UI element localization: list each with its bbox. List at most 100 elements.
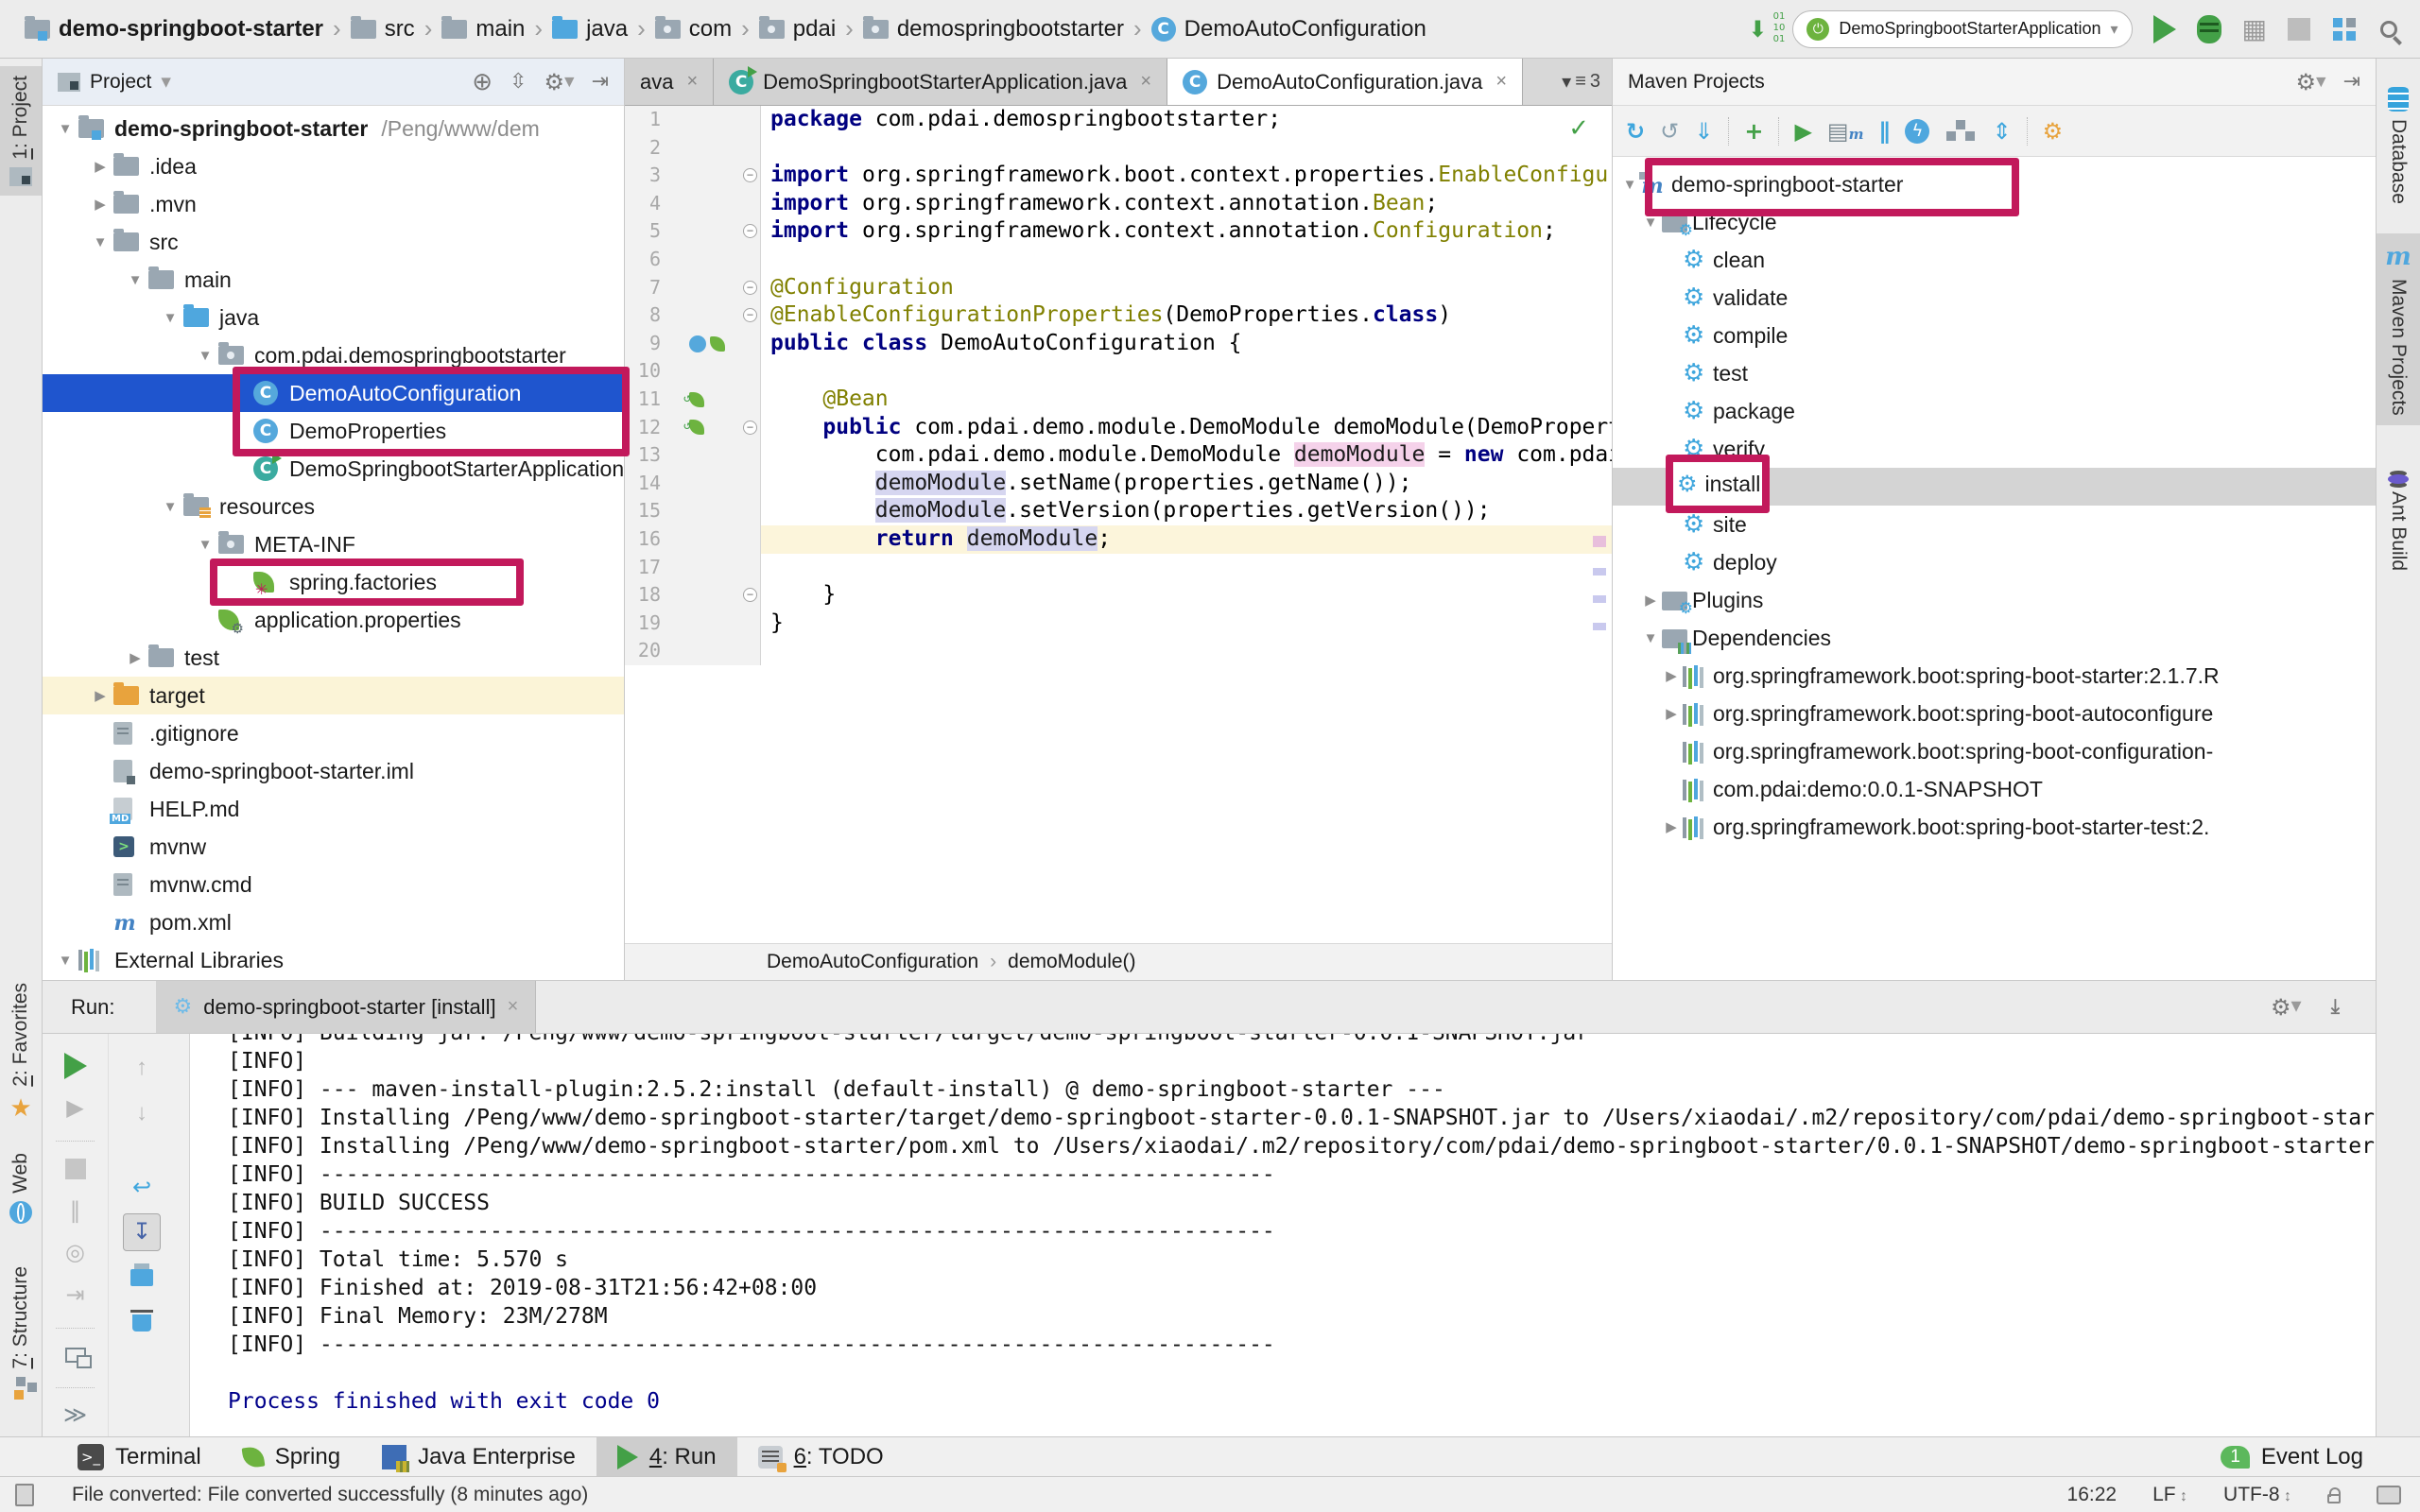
project-tree-item[interactable]: HELP.md [43, 790, 624, 828]
maven-tree-item[interactable]: deploy [1613, 543, 2376, 581]
toolwindow-button-run[interactable]: 4: Run [596, 1437, 737, 1476]
code-line[interactable]: 4import org.springframework.context.anno… [625, 190, 1612, 218]
expanded-icon[interactable]: ▼ [122, 272, 148, 288]
more-icon[interactable]: ≫ [43, 1394, 108, 1436]
search-icon[interactable] [2380, 21, 2397, 38]
expanded-icon[interactable]: ▼ [87, 234, 113, 250]
down-stack-icon[interactable]: ↓ [109, 1091, 175, 1136]
settings-icon[interactable] [2271, 994, 2291, 1021]
project-tree-item[interactable]: ▼demo-springboot-starter/Peng/www/dem [43, 110, 624, 147]
expanded-icon[interactable]: ▼ [1618, 177, 1641, 193]
breadcrumb-item[interactable]: pdai [759, 16, 836, 43]
project-tree-item[interactable]: ▼main [43, 261, 624, 299]
sidebar-tab-structure[interactable]: 7: Structure [0, 1257, 42, 1409]
toolwindow-button-todo[interactable]: 6: TODO [737, 1437, 905, 1476]
settings-button[interactable]: ▾ [2271, 993, 2302, 1020]
code-line[interactable]: 7−@Configuration [625, 274, 1612, 302]
project-tree-item[interactable]: ▼src [43, 223, 624, 261]
toolwindow-button-terminal[interactable]: Terminal [57, 1437, 222, 1476]
collapsed-icon[interactable]: ▶ [87, 158, 113, 175]
lock-icon[interactable] [2327, 1494, 2341, 1503]
run-console[interactable]: [INFO] Building jar: /Peng/www/demo-spri… [190, 1034, 2376, 1436]
maven-tree-item[interactable]: test [1613, 354, 2376, 392]
maven-tree-item[interactable]: ▶org.springframework.boot:spring-boot-st… [1613, 657, 2376, 695]
project-tree-item[interactable]: ▶target [43, 677, 624, 714]
code-line[interactable]: 2 [625, 134, 1612, 163]
maven-tree-item[interactable]: ▼Dependencies [1613, 619, 2376, 657]
restore-layout-icon[interactable] [43, 1334, 108, 1377]
expanded-icon[interactable]: ▼ [192, 537, 218, 553]
project-tree-item[interactable]: ▶.mvn [43, 185, 624, 223]
toolwindow-switcher-icon[interactable] [15, 1484, 34, 1506]
maven-tree-item[interactable]: ▶org.springframework.boot:spring-boot-au… [1613, 695, 2376, 732]
close-icon[interactable]: × [508, 996, 519, 1018]
print-icon[interactable] [109, 1255, 175, 1300]
vcs-update-icon[interactable] [1743, 13, 1772, 45]
editor-breadcrumb-item[interactable]: demoModule() [1008, 951, 1135, 973]
project-tree-item[interactable]: application.properties [43, 601, 624, 639]
collapsed-icon[interactable]: ▶ [1660, 705, 1683, 722]
fold-icon[interactable]: − [743, 281, 757, 295]
clear-all-icon[interactable] [109, 1300, 175, 1346]
toolwindow-button-java-enterprise[interactable]: Java Enterprise [361, 1437, 596, 1476]
breadcrumb-item[interactable]: java [552, 16, 628, 43]
sidebar-tab-web[interactable]: Web [0, 1143, 42, 1233]
collapsed-icon[interactable]: ▶ [87, 196, 113, 213]
project-tree-item[interactable]: mvnw.cmd [43, 866, 624, 903]
hidden-tabs-button[interactable]: ▾≡3 [1550, 59, 1612, 105]
project-structure-icon[interactable] [2333, 18, 2342, 27]
collapsed-icon[interactable]: ▶ [1639, 592, 1662, 609]
dump-threads-icon[interactable]: ◎ [43, 1231, 108, 1274]
project-tree-item[interactable]: ▼META-INF [43, 525, 624, 563]
coverage-icon[interactable] [2242, 13, 2267, 44]
exit-icon[interactable]: ⇥ [43, 1274, 108, 1316]
maven-tree-item[interactable]: validate [1613, 279, 2376, 317]
code-line[interactable]: 10 [625, 357, 1612, 386]
code-line[interactable]: 3−import org.springframework.boot.contex… [625, 162, 1612, 190]
code-line[interactable]: 1package com.pdai.demospringbootstarter; [625, 106, 1612, 134]
settings-button[interactable]: ▾ [544, 69, 575, 95]
toggle-offline-icon[interactable] [1905, 119, 1929, 144]
run-config-select[interactable]: DemoSpringbootStarterApplication ▾ [1792, 10, 2132, 48]
maven-tree-item[interactable]: org.springframework.boot:spring-boot-con… [1613, 732, 2376, 770]
breadcrumb-item[interactable]: demospringbootstarter [863, 16, 1124, 43]
editor-tab[interactable]: ava× [625, 59, 714, 105]
code-line[interactable]: 13 com.pdai.demo.module.DemoModule demoM… [625, 441, 1612, 470]
code-line[interactable]: 17 [625, 554, 1612, 582]
fold-icon[interactable]: − [743, 224, 757, 238]
project-tree-item[interactable]: demo-springboot-starter.iml [43, 752, 624, 790]
collapsed-icon[interactable]: ▶ [122, 649, 148, 666]
sidebar-tab-ant-build[interactable]: Ant Build [2377, 465, 2420, 580]
download-sources-icon[interactable] [1694, 118, 1713, 145]
maven-tree-item[interactable]: ▶org.springframework.boot:spring-boot-st… [1613, 808, 2376, 846]
sidebar-tab-database[interactable]: Database [2377, 77, 2420, 214]
breadcrumb-item[interactable]: demo-springboot-starter [25, 16, 323, 43]
project-tree-item[interactable]: ▼External Libraries [43, 941, 624, 979]
fold-icon[interactable]: − [743, 168, 757, 182]
editor-tab[interactable]: DemoAutoConfiguration.java× [1167, 59, 1523, 105]
code-line[interactable]: 18− } [625, 581, 1612, 610]
encoding-selector[interactable]: UTF-8 ↕ [2223, 1484, 2291, 1506]
skip-tests-icon[interactable] [1878, 118, 1890, 145]
project-tree-item[interactable]: ▼resources [43, 488, 624, 525]
project-tree-item[interactable]: ▶test [43, 639, 624, 677]
soft-wrap-icon[interactable]: ↩ [109, 1164, 175, 1210]
settings-icon[interactable] [544, 69, 565, 95]
run-icon[interactable] [2153, 15, 2176, 43]
code-line[interactable]: 15 demoModule.setVersion(properties.getV… [625, 497, 1612, 525]
code-line[interactable]: 8−@EnableConfigurationProperties(DemoPro… [625, 301, 1612, 330]
stop-icon[interactable] [2288, 18, 2310, 41]
project-tree-item[interactable]: ▶.idea [43, 147, 624, 185]
code-line[interactable]: 19} [625, 610, 1612, 638]
expanded-icon[interactable]: ▼ [1639, 630, 1662, 646]
code-line[interactable]: 5−import org.springframework.context.ann… [625, 217, 1612, 246]
fold-icon[interactable]: − [743, 421, 757, 435]
maven-tree-item[interactable]: package [1613, 392, 2376, 430]
settings-button[interactable]: ▾ [2296, 69, 2326, 95]
expanded-icon[interactable]: ▼ [157, 499, 183, 515]
run-maven-goal-icon[interactable] [1794, 118, 1811, 145]
toolwindow-button-spring[interactable]: Spring [222, 1437, 361, 1476]
sidebar-tab-maven-projects[interactable]: Maven Projects [2377, 233, 2420, 425]
expanded-icon[interactable]: ▼ [1639, 215, 1662, 231]
maven-tree-item[interactable]: ▶Plugins [1613, 581, 2376, 619]
